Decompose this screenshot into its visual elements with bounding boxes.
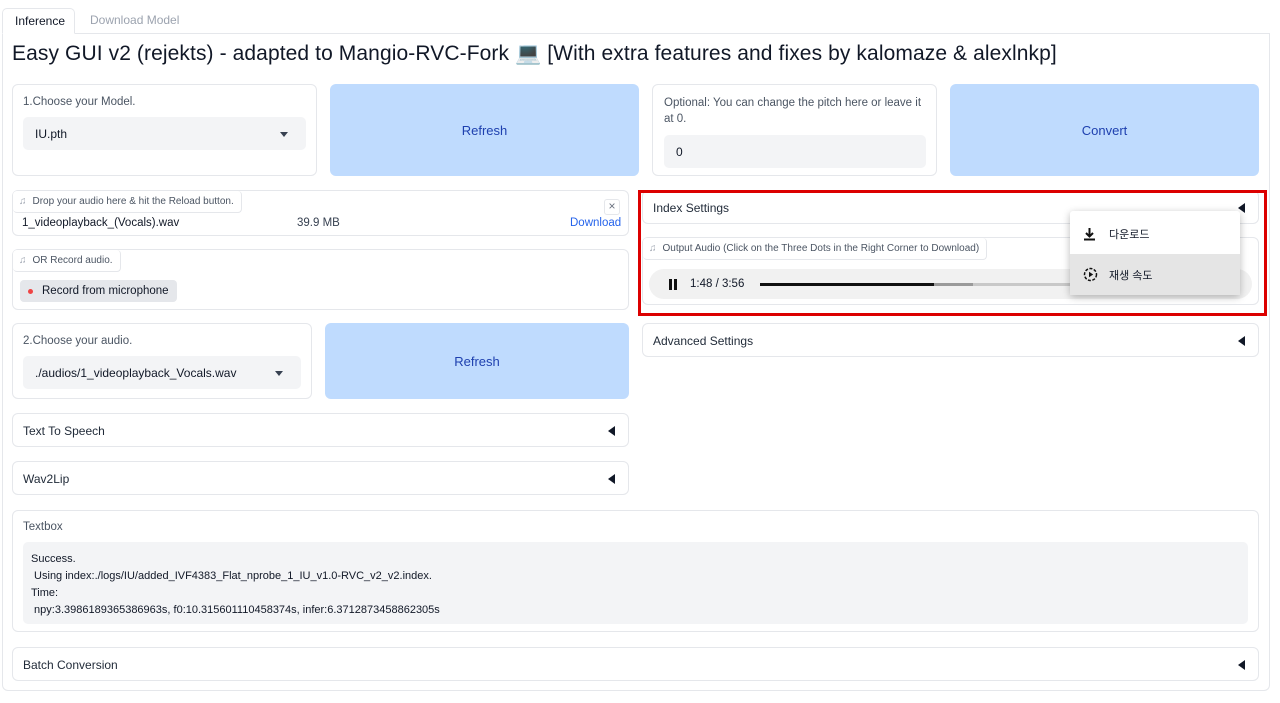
model-value: IU.pth <box>35 126 68 141</box>
music-note-icon: ♫ <box>19 196 27 207</box>
chevron-down-icon <box>280 131 288 137</box>
textbox-line: Time: <box>31 587 59 599</box>
download-link[interactable]: Download <box>570 217 621 229</box>
upload-filename: 1_videoplayback_(Vocals).wav <box>22 217 180 229</box>
textbox-output[interactable]: Success. Using index:./logs/IU/added_IVF… <box>23 542 1248 624</box>
audio-upload-card[interactable]: ♫ Drop your audio here & hit the Reload … <box>12 190 629 236</box>
accordion-advanced-settings[interactable]: Advanced Settings <box>642 323 1259 357</box>
music-note-icon: ♫ <box>19 255 27 266</box>
menu-item-download[interactable]: 다운로드 <box>1070 213 1240 254</box>
accordion-title: Wav2Lip <box>23 472 70 486</box>
textbox-line: npy:3.3986189365386963s, f0:10.315601110… <box>31 604 440 616</box>
download-icon <box>1084 228 1095 241</box>
accordion-wav2lip[interactable]: Wav2Lip <box>12 461 629 495</box>
upload-chip-label: Drop your audio here & hit the Reload bu… <box>32 196 234 207</box>
accordion-title: Batch Conversion <box>23 658 118 672</box>
collapse-arrow-icon <box>608 426 615 436</box>
pitch-input[interactable]: 0 <box>664 135 926 168</box>
audio-choice-label: 2.Choose your audio. <box>23 335 133 347</box>
record-card: ♫ OR Record audio. Record from microphon… <box>12 249 629 310</box>
tab-inference[interactable]: Inference <box>2 8 75 34</box>
collapse-arrow-icon <box>1238 660 1245 670</box>
record-chip-label: OR Record audio. <box>32 255 113 266</box>
menu-item-label: 재생 속도 <box>1109 269 1153 282</box>
record-dot-icon <box>28 288 33 294</box>
model-card: 1.Choose your Model. IU.pth <box>12 84 317 176</box>
page-title: Easy GUI v2 (rejekts) - adapted to Mangi… <box>12 42 1057 65</box>
model-dropdown[interactable]: IU.pth <box>23 117 306 150</box>
collapse-arrow-icon <box>608 474 615 484</box>
pitch-card: Optional: You can change the pitch here … <box>652 84 937 176</box>
audio-context-menu: 다운로드 재생 속도 <box>1070 211 1240 295</box>
close-icon[interactable]: × <box>604 199 620 215</box>
upload-filesize: 39.9 MB <box>297 217 340 229</box>
pitch-value: 0 <box>676 144 683 159</box>
menu-item-playback-speed[interactable]: 재생 속도 <box>1070 254 1240 295</box>
refresh-audio-button[interactable]: Refresh <box>325 323 629 399</box>
menu-item-label: 다운로드 <box>1109 228 1150 241</box>
pitch-label: Optional: You can change the pitch here … <box>664 97 922 125</box>
accordion-title: Advanced Settings <box>653 334 754 348</box>
convert-button[interactable]: Convert <box>950 84 1259 176</box>
chevron-down-icon <box>275 370 283 376</box>
refresh-model-button[interactable]: Refresh <box>330 84 639 176</box>
upload-chip: ♫ Drop your audio here & hit the Reload … <box>13 191 242 213</box>
textbox-line: Using index:./logs/IU/added_IVF4383_Flat… <box>31 570 432 582</box>
collapse-arrow-icon <box>1238 336 1245 346</box>
textbox-line: Success. <box>31 553 76 565</box>
accordion-text-to-speech[interactable]: Text To Speech <box>12 413 629 447</box>
tab-download-model[interactable]: Download Model <box>78 8 191 34</box>
accordion-batch-conversion[interactable]: Batch Conversion <box>12 647 1259 681</box>
accordion-title: Text To Speech <box>23 424 105 438</box>
audio-choice-value: ./audios/1_videoplayback_Vocals.wav <box>35 365 237 380</box>
model-label: 1.Choose your Model. <box>23 96 136 108</box>
audio-dropdown[interactable]: ./audios/1_videoplayback_Vocals.wav <box>23 356 301 389</box>
record-chip: ♫ OR Record audio. <box>13 250 121 272</box>
textbox-label: Textbox <box>23 521 63 533</box>
audio-choice-card: 2.Choose your audio. ./audios/1_videopla… <box>12 323 312 399</box>
record-button[interactable]: Record from microphone <box>20 280 177 302</box>
record-button-label: Record from microphone <box>42 285 169 297</box>
playback-speed-icon <box>1083 267 1098 282</box>
